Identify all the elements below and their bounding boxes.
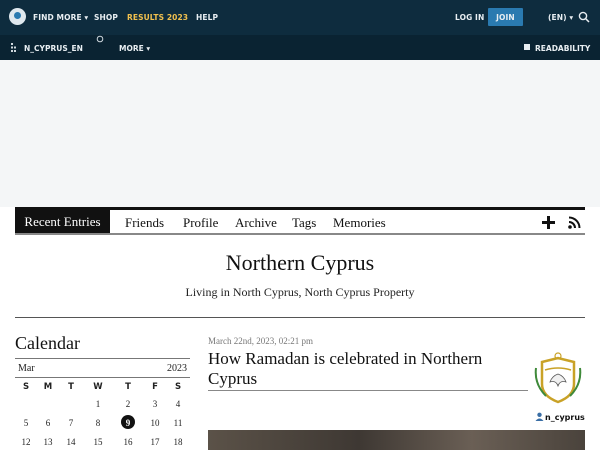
login-link[interactable]: LOG IN [455, 13, 484, 22]
search-icon[interactable] [578, 11, 590, 23]
more-menu[interactable]: MORE ▾ [119, 44, 150, 53]
calendar-day: 4 [175, 399, 181, 409]
calendar-divider [15, 358, 190, 359]
add-icon[interactable] [542, 216, 555, 229]
calendar-day: 14 [66, 437, 76, 447]
journal-title[interactable]: Northern Cyprus [0, 250, 600, 276]
tab-profile[interactable]: Profile [183, 213, 218, 233]
join-button-label: JOIN [496, 13, 515, 22]
header-divider [15, 317, 585, 318]
shop-link[interactable]: SHOP [94, 13, 118, 22]
status-ring-icon [96, 35, 104, 43]
calendar-day: 17 [150, 437, 160, 447]
tab-recent-entries[interactable]: Recent Entries [15, 210, 110, 233]
calendar-heading: Calendar [15, 333, 80, 353]
rss-icon[interactable] [568, 216, 581, 229]
calendar-weekday: S [174, 382, 182, 392]
user-link[interactable]: n_cyprus [545, 413, 585, 422]
readability-toggle[interactable]: READABILITY [535, 44, 590, 53]
top-navigation-bar: FIND MORE ▾ SHOP RESULTS 2023 HELP LOG I… [0, 0, 600, 35]
entry-title-divider [208, 390, 528, 391]
calendar-month[interactable]: Mar [18, 363, 35, 374]
calendar-day: 18 [173, 437, 183, 447]
journal-nav-tabs: Recent Entries Friends Profile Archive T… [15, 207, 585, 235]
calendar-day: 7 [68, 418, 74, 428]
userpic-coat-of-arms[interactable] [530, 350, 586, 406]
calendar-day: 5 [23, 418, 29, 428]
calendar-day: 8 [95, 418, 101, 428]
calendar-weekday: T [125, 382, 131, 392]
tab-memories[interactable]: Memories [333, 213, 386, 233]
entry-date[interactable]: March 22nd, 2023, 02:21 pm [208, 336, 313, 346]
entry-title[interactable]: How Ramadan is celebrated in Northern Cy… [208, 349, 528, 389]
entry-image [208, 430, 585, 450]
readability-icon[interactable] [524, 44, 530, 50]
advertisement-area [0, 60, 600, 207]
user-journal-icon [11, 43, 16, 52]
tab-friends[interactable]: Friends [125, 213, 164, 233]
calendar-day: 13 [43, 437, 53, 447]
calendar-day: 3 [152, 399, 158, 409]
calendar-divider [15, 377, 190, 378]
calendar-weekday: F [152, 382, 158, 392]
calendar-weekday: T [68, 382, 74, 392]
tab-archive[interactable]: Archive [235, 213, 277, 233]
calendar-weekday: W [93, 382, 103, 392]
find-more-menu[interactable]: FIND MORE ▾ [33, 13, 88, 22]
calendar-weekday: M [43, 382, 53, 392]
join-button[interactable]: JOIN [488, 8, 523, 26]
tab-tags[interactable]: Tags [292, 213, 316, 233]
calendar-weekday: S [22, 382, 30, 392]
calendar-year[interactable]: 2023 [167, 363, 187, 374]
language-selector[interactable]: (EN) ▾ [548, 13, 573, 22]
journal-username[interactable]: N_CYPRUS_EN [24, 44, 83, 53]
calendar-day[interactable]: 9 [117, 418, 139, 428]
results-2023-link[interactable]: RESULTS 2023 [127, 13, 188, 22]
calendar-day: 6 [45, 418, 51, 428]
calendar-day: 12 [21, 437, 31, 447]
journal-subtitle: Living in North Cyprus, North Cyprus Pro… [185, 285, 415, 299]
livejournal-logo-icon[interactable] [9, 8, 26, 25]
calendar-day: 2 [125, 399, 131, 409]
calendar-day: 11 [173, 418, 183, 428]
help-link[interactable]: HELP [196, 13, 218, 22]
calendar-day: 16 [123, 437, 133, 447]
calendar-day: 15 [93, 437, 103, 447]
journal-bar: N_CYPRUS_EN MORE ▾ READABILITY [0, 35, 600, 60]
calendar-day: 1 [95, 399, 101, 409]
user-icon [535, 412, 544, 421]
calendar-day: 10 [150, 418, 160, 428]
